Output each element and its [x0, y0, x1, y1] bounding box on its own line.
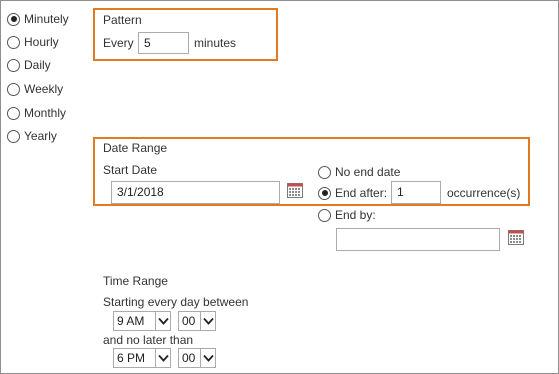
- start-minute-select[interactable]: 00: [178, 311, 216, 331]
- radio-button[interactable]: [7, 58, 20, 72]
- radio-yearly[interactable]: Yearly: [7, 127, 57, 145]
- select-value: 00: [182, 351, 196, 365]
- select-value: 6 PM: [117, 351, 146, 365]
- radio-label: Yearly: [24, 129, 57, 143]
- radio-button[interactable]: [318, 186, 331, 200]
- pattern-title: Pattern: [103, 13, 142, 27]
- radio-label: Weekly: [24, 82, 64, 96]
- chevron-down-icon[interactable]: [200, 349, 215, 367]
- radio-button[interactable]: [7, 12, 20, 26]
- unit-label: minutes: [194, 36, 237, 50]
- calendar-icon[interactable]: [508, 230, 524, 245]
- radio-label: Monthly: [24, 106, 67, 120]
- radio-monthly[interactable]: Monthly: [7, 104, 66, 122]
- chevron-down-icon[interactable]: [155, 312, 170, 330]
- calendar-icon[interactable]: [287, 183, 303, 198]
- radio-no-end-date[interactable]: No end date: [318, 163, 400, 181]
- radio-daily[interactable]: Daily: [7, 56, 51, 74]
- start-date-label: Start Date: [103, 163, 158, 177]
- radio-weekly[interactable]: Weekly: [7, 80, 63, 98]
- radio-button[interactable]: [318, 208, 331, 222]
- starting-label: Starting every day between: [103, 295, 249, 309]
- every-label: Every: [103, 36, 134, 50]
- radio-minutely[interactable]: Minutely: [7, 10, 69, 28]
- radio-label: Minutely: [24, 12, 69, 26]
- chevron-down-icon[interactable]: [200, 312, 215, 330]
- radio-label: Hourly: [24, 35, 59, 49]
- radio-button[interactable]: [7, 106, 20, 120]
- radio-button[interactable]: [7, 82, 20, 96]
- date-range-title: Date Range: [103, 141, 168, 155]
- radio-label: Daily: [24, 58, 51, 72]
- end-minute-select[interactable]: 00: [178, 348, 216, 368]
- radio-button[interactable]: [318, 165, 331, 179]
- radio-label: End by:: [335, 208, 376, 222]
- radio-hourly[interactable]: Hourly: [7, 33, 59, 51]
- end-hour-select[interactable]: 6 PM: [113, 348, 171, 368]
- chevron-down-icon[interactable]: [155, 349, 170, 367]
- start-hour-select[interactable]: 9 AM: [113, 311, 171, 331]
- radio-button[interactable]: [7, 129, 20, 143]
- end-after-input[interactable]: 1: [391, 181, 441, 204]
- select-value: 00: [182, 314, 196, 328]
- every-input[interactable]: 5: [138, 32, 189, 54]
- select-value: 9 AM: [117, 314, 145, 328]
- radio-label: No end date: [335, 165, 401, 179]
- radio-button[interactable]: [7, 35, 20, 49]
- time-range-title: Time Range: [103, 274, 168, 288]
- radio-end-after[interactable]: End after:: [318, 184, 387, 202]
- end-by-input[interactable]: [336, 228, 500, 251]
- occurrences-label: occurrence(s): [447, 186, 521, 200]
- no-later-label: and no later than: [103, 333, 194, 347]
- radio-label: End after:: [335, 186, 388, 200]
- radio-end-by[interactable]: End by:: [318, 206, 376, 224]
- start-date-input[interactable]: 3/1/2018: [111, 181, 280, 204]
